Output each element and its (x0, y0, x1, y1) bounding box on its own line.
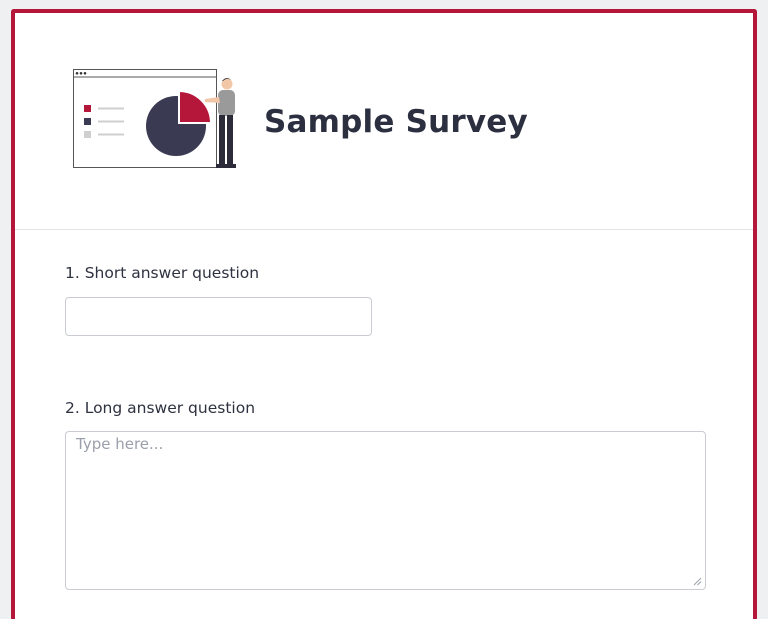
resize-handle-icon[interactable] (692, 576, 702, 586)
short-answer-input[interactable] (65, 297, 372, 336)
question-2: 2. Long answer question (65, 398, 255, 418)
question-2-label: 2. Long answer question (65, 399, 256, 417)
question-1: 1. Short answer question (65, 263, 259, 283)
survey-title: Sample Survey (264, 104, 528, 140)
presentation-illustration (73, 69, 236, 168)
question-1-label: 1. Short answer question (65, 264, 260, 282)
survey-form: Sample Survey 1. Short answer question 2… (11, 9, 757, 619)
long-answer-textarea[interactable] (65, 431, 706, 590)
survey-header: Sample Survey (15, 13, 753, 230)
